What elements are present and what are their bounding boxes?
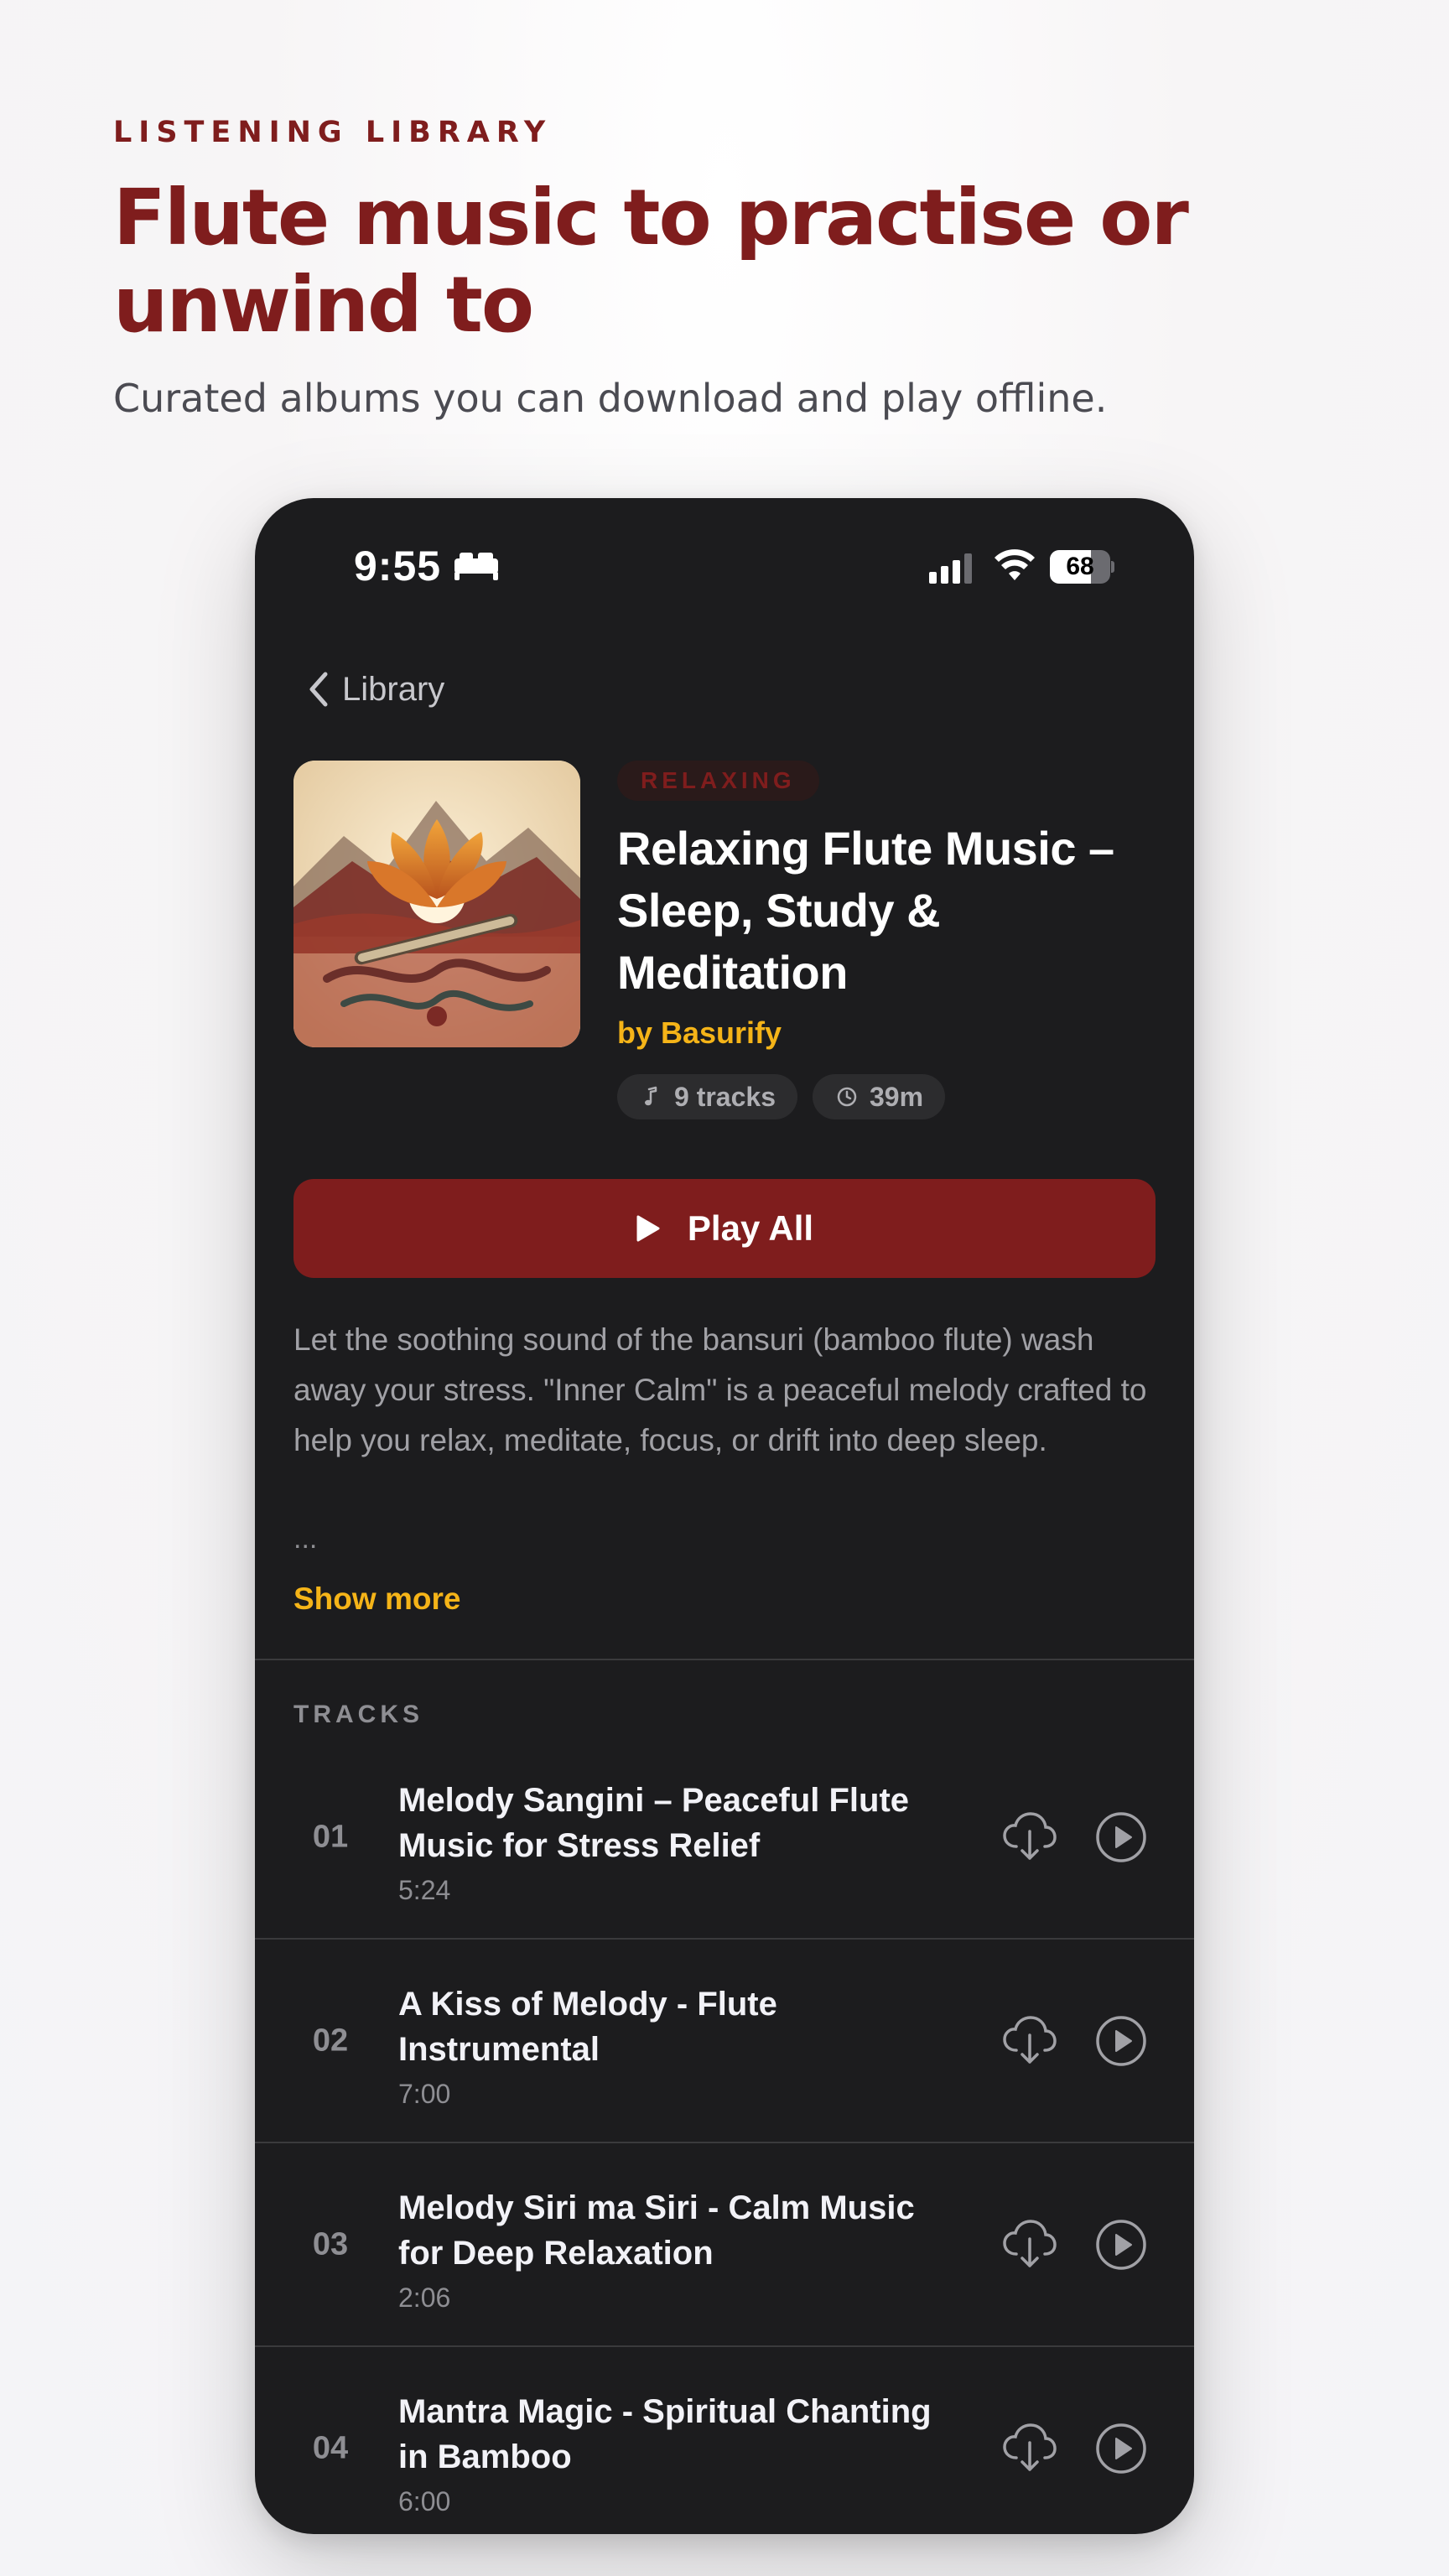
- chevron-left-icon: [309, 672, 328, 707]
- track-title: A Kiss of Melody - Flute Instrumental: [398, 1986, 777, 2068]
- cloud-download-icon[interactable]: [1001, 2421, 1058, 2475]
- track-number: 03: [312, 2226, 349, 2262]
- album-title: Relaxing Flute Music – Sleep, Study & Me…: [617, 822, 1114, 999]
- track-row[interactable]: 03 Melody Siri ma Siri - Calm Music for …: [255, 2143, 1194, 2347]
- play-circle-icon[interactable]: [1095, 1811, 1147, 1863]
- back-button[interactable]: Library: [305, 666, 444, 713]
- back-label: Library: [342, 670, 445, 708]
- track-list: 01 Melody Sangini – Peaceful Flute Music…: [255, 1736, 1194, 2534]
- phone-screen: 9:55 68 Library RELAXING Relaxing Flute …: [255, 498, 1194, 2534]
- track-number: 01: [312, 1819, 349, 1854]
- mood-badge: RELAXING: [617, 761, 819, 801]
- track-title: Melody Sangini – Peaceful Flute Music fo…: [398, 1782, 910, 1864]
- track-count: 9 tracks: [674, 1081, 776, 1112]
- track-count-pill: 9 tracks: [617, 1074, 797, 1119]
- page-title: Flute music to practise or unwind to: [113, 173, 1189, 350]
- status-bar: 9:55 68: [255, 498, 1194, 632]
- play-all-button[interactable]: Play All: [293, 1179, 1156, 1278]
- music-note-icon: [645, 1086, 657, 1106]
- section-divider: [255, 1659, 1194, 1660]
- status-time: 9:55: [354, 543, 442, 589]
- show-more-link[interactable]: Show more: [293, 1581, 460, 1617]
- cloud-download-icon[interactable]: [1001, 1810, 1058, 1863]
- album-info: RELAXING Relaxing Flute Music – Sleep, S…: [617, 761, 1162, 1119]
- play-all-label: Play All: [687, 1208, 814, 1248]
- page-subtitle: Curated albums you can download and play…: [113, 376, 1108, 421]
- section-eyebrow: LISTENING LIBRARY: [113, 116, 553, 149]
- track-title: Melody Siri ma Siri - Calm Music for Dee…: [398, 2189, 915, 2272]
- album-meta: 9 tracks 39m: [617, 1074, 1162, 1119]
- track-row[interactable]: 04 Mantra Magic - Spiritual Chanting in …: [255, 2347, 1194, 2534]
- track-duration: 7:00: [398, 2079, 451, 2109]
- album-duration: 39m: [869, 1081, 924, 1112]
- track-duration: 6:00: [398, 2486, 451, 2516]
- bed-icon: [454, 553, 498, 580]
- album-description: Let the soothing sound of the bansuri (b…: [293, 1322, 1147, 1457]
- track-number: 02: [312, 2023, 349, 2058]
- play-icon: [636, 1215, 660, 1242]
- play-circle-icon[interactable]: [1095, 2423, 1147, 2475]
- track-duration: 5:24: [398, 1875, 451, 1905]
- play-circle-icon[interactable]: [1095, 2219, 1147, 2271]
- track-title: Mantra Magic - Spiritual Chanting in Bam…: [398, 2393, 932, 2475]
- cloud-download-icon[interactable]: [1001, 2013, 1058, 2067]
- battery-level: 68: [1066, 553, 1094, 580]
- track-row[interactable]: 02 A Kiss of Melody - Flute Instrumental…: [255, 1940, 1194, 2143]
- track-row[interactable]: 01 Melody Sangini – Peaceful Flute Music…: [255, 1736, 1194, 1940]
- description-ellipsis: ...: [293, 1523, 318, 1555]
- tracks-header: TRACKS: [293, 1701, 423, 1728]
- signal-icon: [929, 553, 972, 584]
- album-artwork: [293, 761, 580, 1047]
- duration-pill: 39m: [812, 1074, 946, 1119]
- wifi-icon: [995, 549, 1035, 580]
- battery-icon: 68: [1050, 550, 1114, 584]
- clock-icon: [837, 1087, 857, 1107]
- track-duration: 2:06: [398, 2283, 451, 2313]
- track-number: 04: [312, 2430, 349, 2465]
- play-circle-icon[interactable]: [1095, 2015, 1147, 2067]
- album-artist[interactable]: by Basurify: [617, 1015, 1162, 1051]
- cloud-download-icon[interactable]: [1001, 2217, 1058, 2271]
